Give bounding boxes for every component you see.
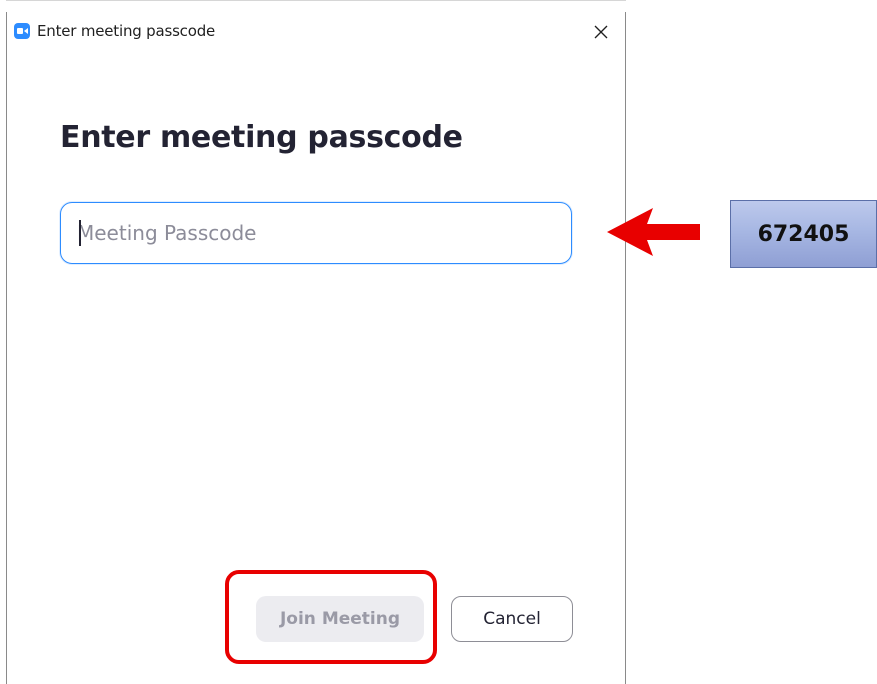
red-arrow-left-icon xyxy=(607,208,700,256)
window-top-border xyxy=(6,0,626,1)
title-bar: Enter meeting passcode xyxy=(7,12,625,46)
window-title: Enter meeting passcode xyxy=(37,22,216,40)
close-icon xyxy=(594,25,608,39)
join-button-highlight xyxy=(225,570,437,664)
passcode-callout: 672405 xyxy=(730,200,877,268)
text-caret xyxy=(79,220,81,246)
screenshot-stage: Enter meeting passcode Enter meeting pas… xyxy=(0,0,877,684)
close-button[interactable] xyxy=(587,18,615,46)
dialog-heading: Enter meeting passcode xyxy=(60,120,463,155)
zoom-camera-icon xyxy=(14,23,30,39)
cancel-button[interactable]: Cancel xyxy=(451,596,573,642)
meeting-passcode-input[interactable] xyxy=(60,202,572,264)
